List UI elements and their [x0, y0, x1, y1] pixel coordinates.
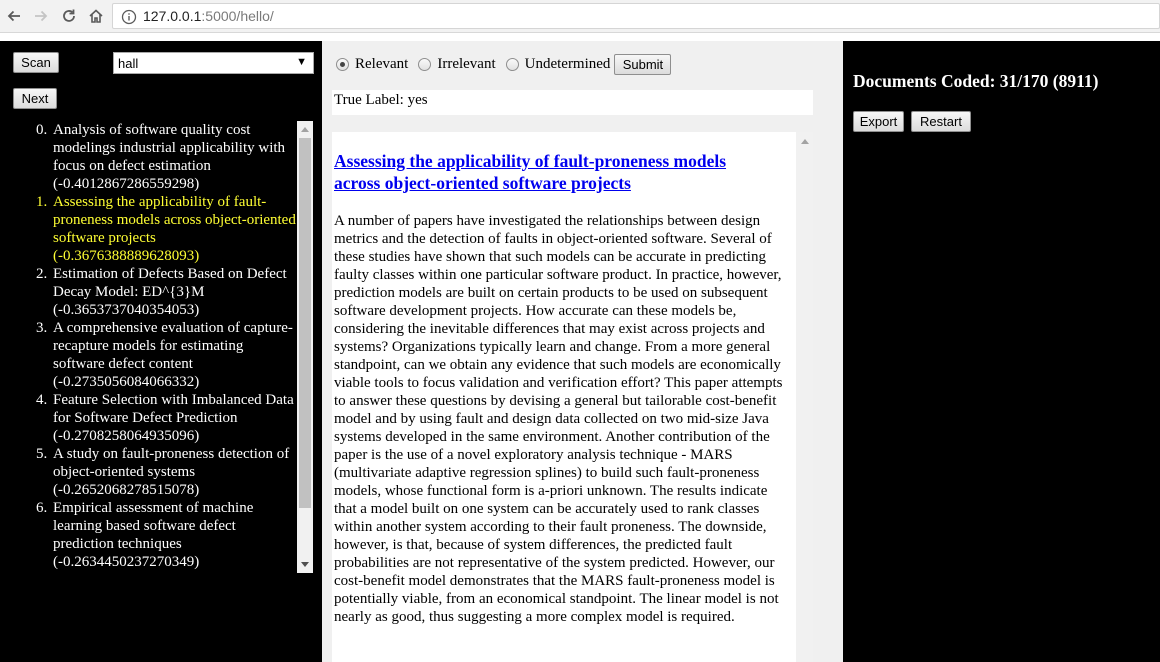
home-button[interactable]	[84, 5, 108, 27]
radio-undetermined-label: Undetermined	[524, 55, 611, 72]
query-select[interactable]: hall ▼	[113, 52, 314, 74]
document-list-item[interactable]: 1. Assessing the applicability of fault-p…	[36, 193, 298, 265]
document-list-item[interactable]: 5. A study on fault-proneness detection o…	[36, 445, 298, 499]
scan-button[interactable]: Scan	[13, 52, 59, 73]
document-index: 3.	[36, 320, 48, 336]
document-list-container: 0. Analysis of software quality cost mode…	[10, 121, 313, 573]
next-button[interactable]: Next	[13, 88, 57, 109]
document-viewer-scrollbar[interactable]	[796, 132, 813, 662]
address-bar[interactable]: 127.0.0.1:5000/hello/	[112, 3, 1160, 29]
scroll-up-icon[interactable]	[297, 121, 313, 137]
document-score: (-0.4012867286559298)	[53, 176, 200, 192]
url-path: :5000/hello/	[201, 8, 274, 24]
document-title: A study on fault-proneness detection of …	[53, 446, 290, 480]
document-score: (-0.2708258064935096)	[53, 428, 200, 444]
document-title-link[interactable]: Assessing the applicability of fault-pro…	[334, 150, 774, 194]
document-title: Empirical assessment of machine learning…	[53, 500, 254, 552]
document-index: 6.	[36, 500, 48, 516]
forward-button[interactable]	[29, 5, 53, 27]
document-list-item[interactable]: 4. Feature Selection with Imbalanced Data…	[36, 391, 298, 445]
document-list-item[interactable]: 6. Empirical assessment of machine learni…	[36, 499, 298, 571]
document-list-scrollbar[interactable]	[297, 121, 313, 573]
right-panel: Documents Coded: 31/170 (8911) Export Re…	[843, 41, 1160, 662]
document-index: 1.	[36, 194, 48, 210]
restart-button[interactable]: Restart	[911, 111, 971, 132]
document-title: Estimation of Defects Based on Defect De…	[53, 266, 287, 300]
scroll-down-icon[interactable]	[297, 557, 313, 573]
true-label-text: True Label: yes	[332, 90, 813, 115]
document-title: Feature Selection with Imbalanced Data f…	[53, 392, 294, 426]
reload-icon	[63, 9, 75, 22]
document-list-item[interactable]: 2. Estimation of Defects Based on Defect …	[36, 265, 298, 319]
back-arrow-icon	[7, 10, 20, 22]
radio-undetermined[interactable]	[505, 57, 519, 71]
document-score: (-0.2634450237270349)	[53, 554, 200, 570]
document-title: A comprehensive evaluation of capture-re…	[53, 320, 293, 372]
radio-relevant-label: Relevant	[355, 55, 409, 72]
document-title: Assessing the applicability of fault-pro…	[53, 194, 296, 246]
url-text[interactable]: 127.0.0.1:5000/hello/	[143, 8, 274, 24]
document-abstract: A number of papers have investigated the…	[334, 213, 783, 625]
document-list-item[interactable]: 0. Analysis of software quality cost mode…	[36, 121, 298, 193]
radio-irrelevant-label: Irrelevant	[437, 55, 496, 72]
info-icon[interactable]	[121, 9, 137, 25]
scroll-up-icon[interactable]	[796, 132, 813, 149]
submit-button[interactable]: Submit	[614, 53, 672, 75]
document-index: 5.	[36, 446, 48, 462]
document-index: 0.	[36, 122, 48, 138]
home-icon	[89, 9, 103, 23]
back-button[interactable]	[2, 5, 26, 27]
query-select-value: hall	[118, 56, 139, 71]
document-score: (-0.2735056084066332)	[53, 374, 200, 390]
export-button[interactable]: Export	[853, 111, 904, 132]
url-host: 127.0.0.1	[143, 8, 202, 24]
document-score: (-0.2652068278515078)	[53, 482, 200, 498]
document-viewer: Assessing the applicability of fault-pro…	[332, 132, 796, 662]
radio-relevant[interactable]	[336, 57, 349, 71]
document-title: Analysis of software quality cost modeli…	[53, 122, 286, 174]
forward-arrow-icon	[35, 10, 48, 22]
document-index: 4.	[36, 392, 48, 408]
radio-irrelevant[interactable]	[418, 57, 432, 71]
document-score: (-0.3676388889628093)	[53, 248, 200, 264]
document-score: (-0.3653737040354053)	[53, 302, 200, 318]
label-radio-group: Relevant Irrelevant Undetermined Submit	[336, 53, 672, 75]
chevron-down-icon: ▼	[296, 56, 307, 68]
documents-coded-status: Documents Coded: 31/170 (8911)	[853, 71, 1099, 91]
browser-toolbar: 127.0.0.1:5000/hello/	[0, 0, 1160, 33]
reload-button[interactable]	[57, 5, 81, 27]
center-panel: Relevant Irrelevant Undetermined Submit …	[322, 41, 843, 662]
document-index: 2.	[36, 266, 48, 282]
left-panel: Scan hall ▼ Next 0. Analysis of software …	[0, 41, 322, 662]
document-list-item[interactable]: 3. A comprehensive evaluation of capture-…	[36, 319, 298, 391]
scrollbar-thumb[interactable]	[299, 138, 311, 508]
document-list: 0. Analysis of software quality cost mode…	[10, 121, 298, 571]
